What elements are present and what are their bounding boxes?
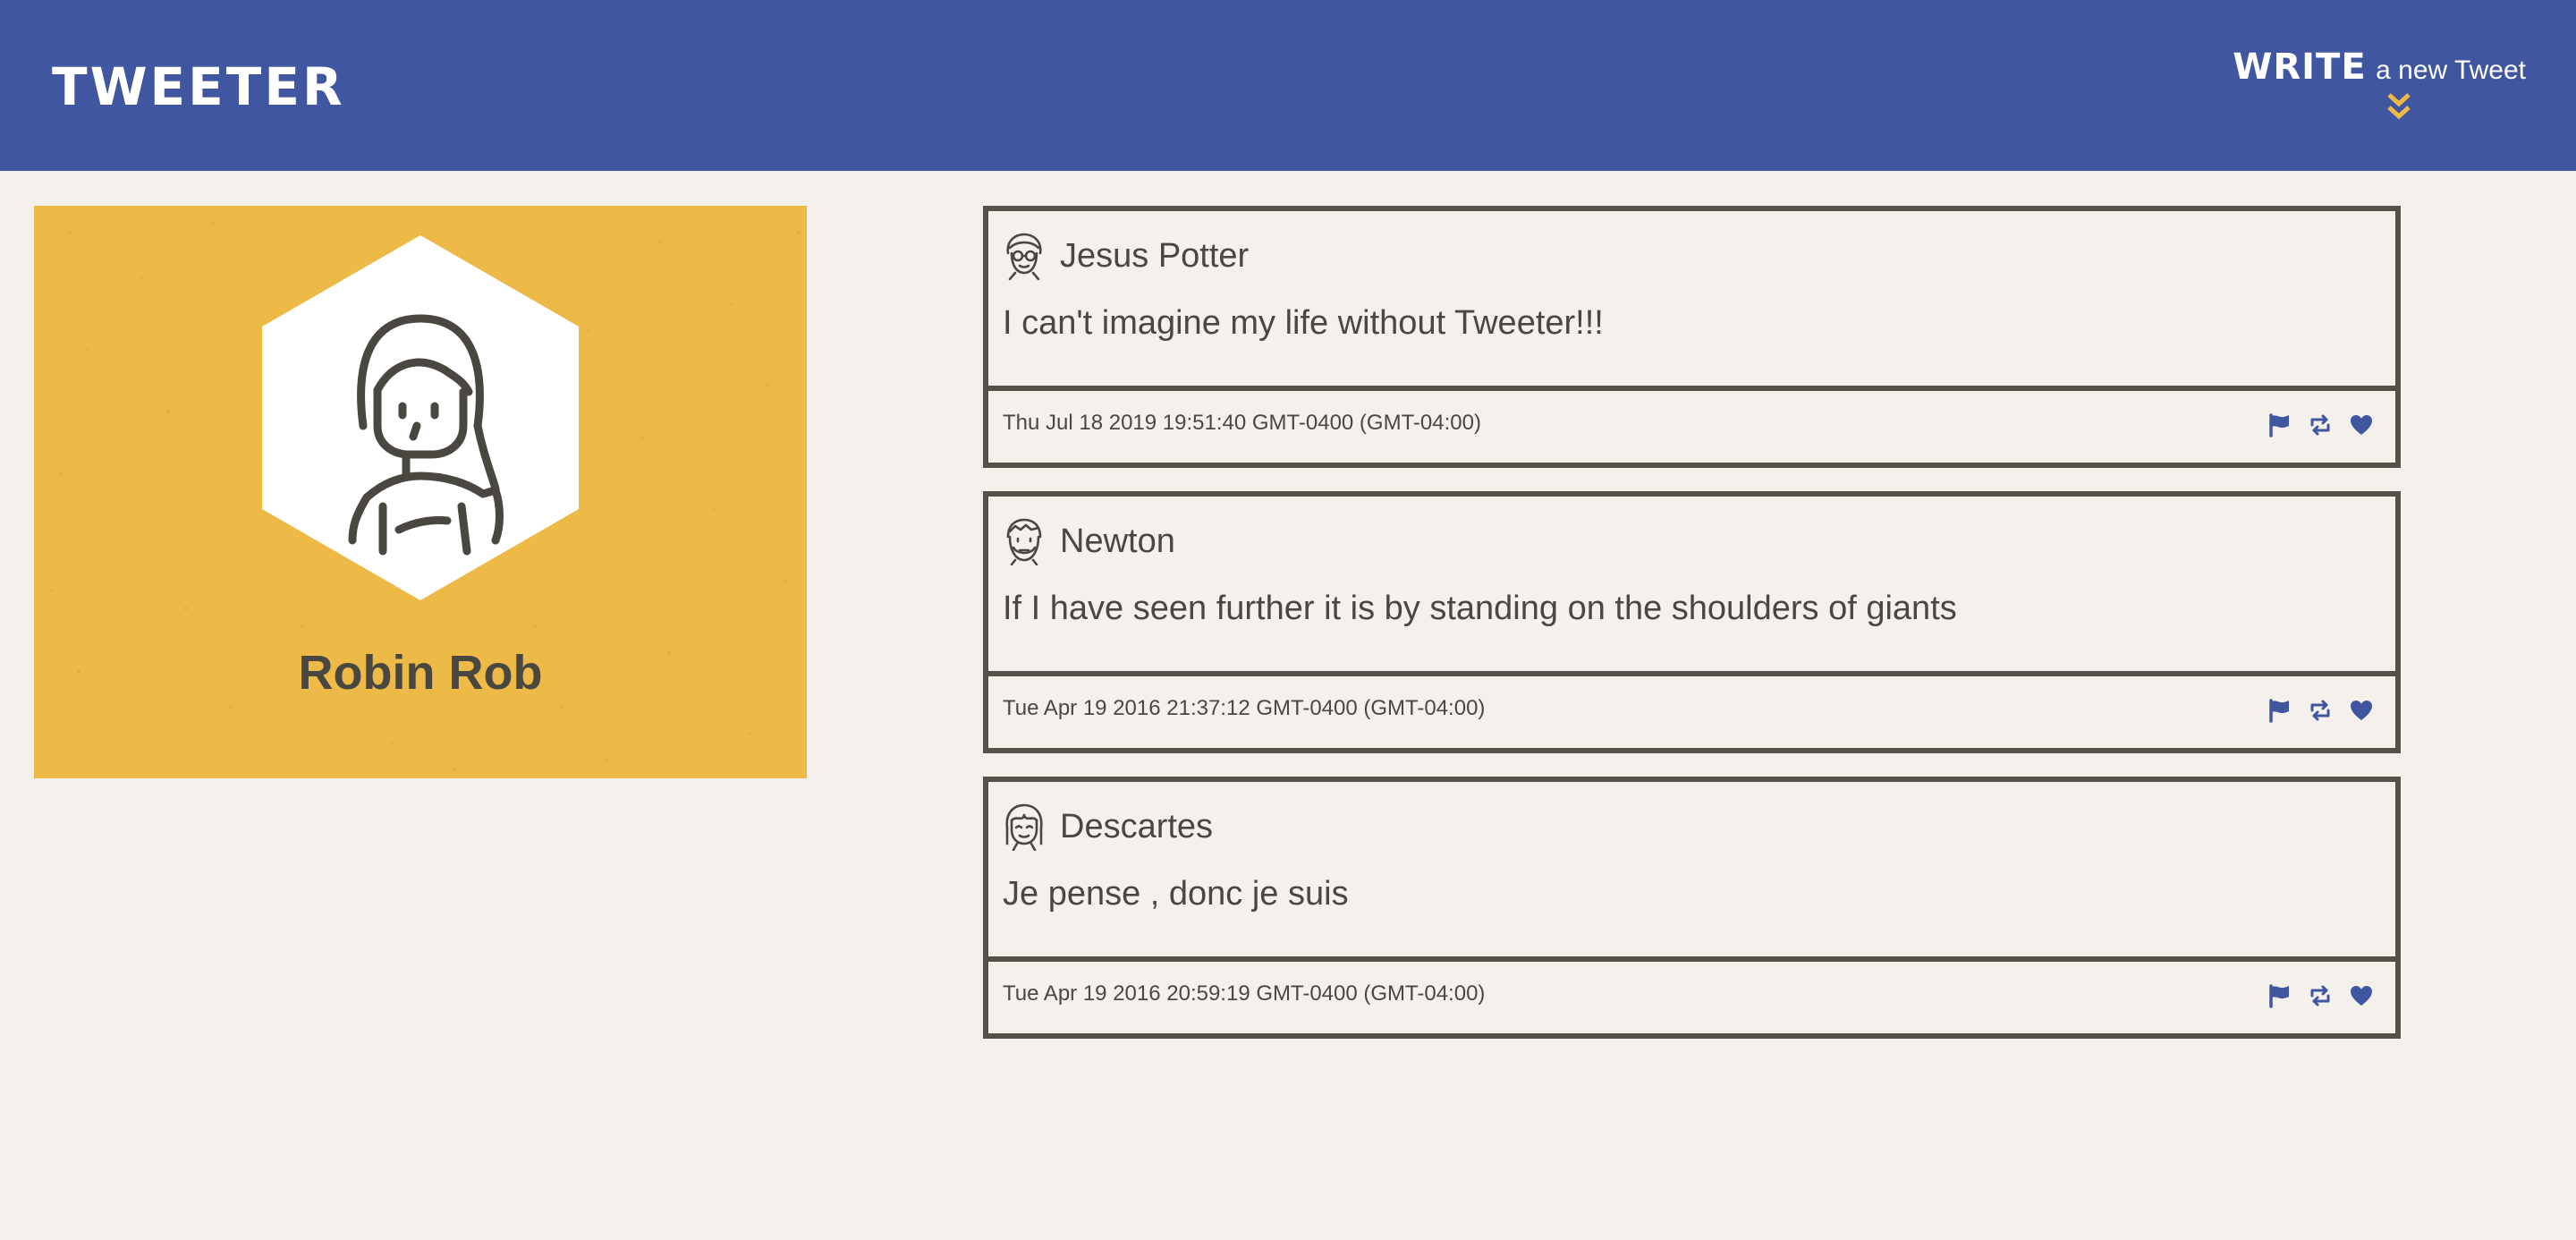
heart-icon[interactable] [2349, 698, 2374, 723]
compose-toggle[interactable]: WRITE a new Tweet [2233, 45, 2526, 120]
tweet-footer: Tue Apr 19 2016 20:59:19 GMT-0400 (GMT-0… [988, 956, 2395, 1033]
man-avatar-icon [1006, 518, 1042, 565]
retweet-icon[interactable] [2308, 412, 2333, 437]
tweet-content: I can't imagine my life without Tweeter!… [1003, 304, 1604, 342]
tweet-actions [2267, 698, 2374, 723]
heart-icon[interactable] [2349, 983, 2374, 1008]
tweet-content: Je pense , donc je suis [1003, 875, 1349, 913]
compose-label-rest: a new Tweet [2376, 55, 2526, 85]
tweet-footer: Thu Jul 18 2019 19:51:40 GMT-0400 (GMT-0… [988, 386, 2395, 463]
tweet-actions [2267, 412, 2374, 437]
compose-label-strong: WRITE [2233, 47, 2367, 88]
tweet-timestamp: Tue Apr 19 2016 20:59:19 GMT-0400 (GMT-0… [1003, 981, 1486, 1006]
tweet-header: Jesus Potter [1003, 229, 1249, 283]
tweet-author: Newton [1060, 522, 1175, 560]
man-with-glasses-avatar-icon [1006, 233, 1042, 280]
profile-name: Robin Rob [298, 646, 543, 700]
tweet-card: Jesus Potter I can't imagine my life wit… [983, 206, 2401, 468]
flag-icon[interactable] [2267, 698, 2292, 723]
double-chevron-down-icon[interactable] [2386, 91, 2411, 122]
tweet-list: Jesus Potter I can't imagine my life wit… [983, 206, 2401, 1062]
retweet-icon[interactable] [2308, 983, 2333, 1008]
tweet-timestamp: Thu Jul 18 2019 19:51:40 GMT-0400 (GMT-0… [1003, 411, 1481, 435]
tweet-card: Descartes Je pense , donc je suis Tue Ap… [983, 777, 2401, 1039]
woman-bangs-avatar-icon [1005, 803, 1043, 851]
tweet-header: Descartes [1003, 800, 1213, 854]
heart-icon[interactable] [2349, 412, 2374, 437]
tweet-author: Jesus Potter [1060, 236, 1250, 275]
retweet-icon[interactable] [2308, 698, 2333, 723]
flag-icon[interactable] [2267, 412, 2292, 437]
woman-avatar-icon [348, 314, 504, 556]
compose-label[interactable]: WRITE a new Tweet [2233, 45, 2526, 98]
tweet-header: Newton [1003, 514, 1175, 568]
tweet-author: Descartes [1060, 807, 1214, 845]
tweet-content: If I have seen further it is by standing… [1003, 590, 1957, 627]
tweet-actions [2267, 983, 2374, 1008]
brand-logo[interactable]: TWEETER [52, 55, 345, 118]
tweet-timestamp: Tue Apr 19 2016 21:37:12 GMT-0400 (GMT-0… [1003, 696, 1486, 720]
tweet-card: Newton If I have seen further it is by s… [983, 491, 2401, 753]
profile-card: Robin Rob [34, 206, 807, 778]
tweet-footer: Tue Apr 19 2016 21:37:12 GMT-0400 (GMT-0… [988, 671, 2395, 748]
top-nav: TWEETER WRITE a new Tweet [0, 0, 2576, 171]
flag-icon[interactable] [2267, 983, 2292, 1008]
